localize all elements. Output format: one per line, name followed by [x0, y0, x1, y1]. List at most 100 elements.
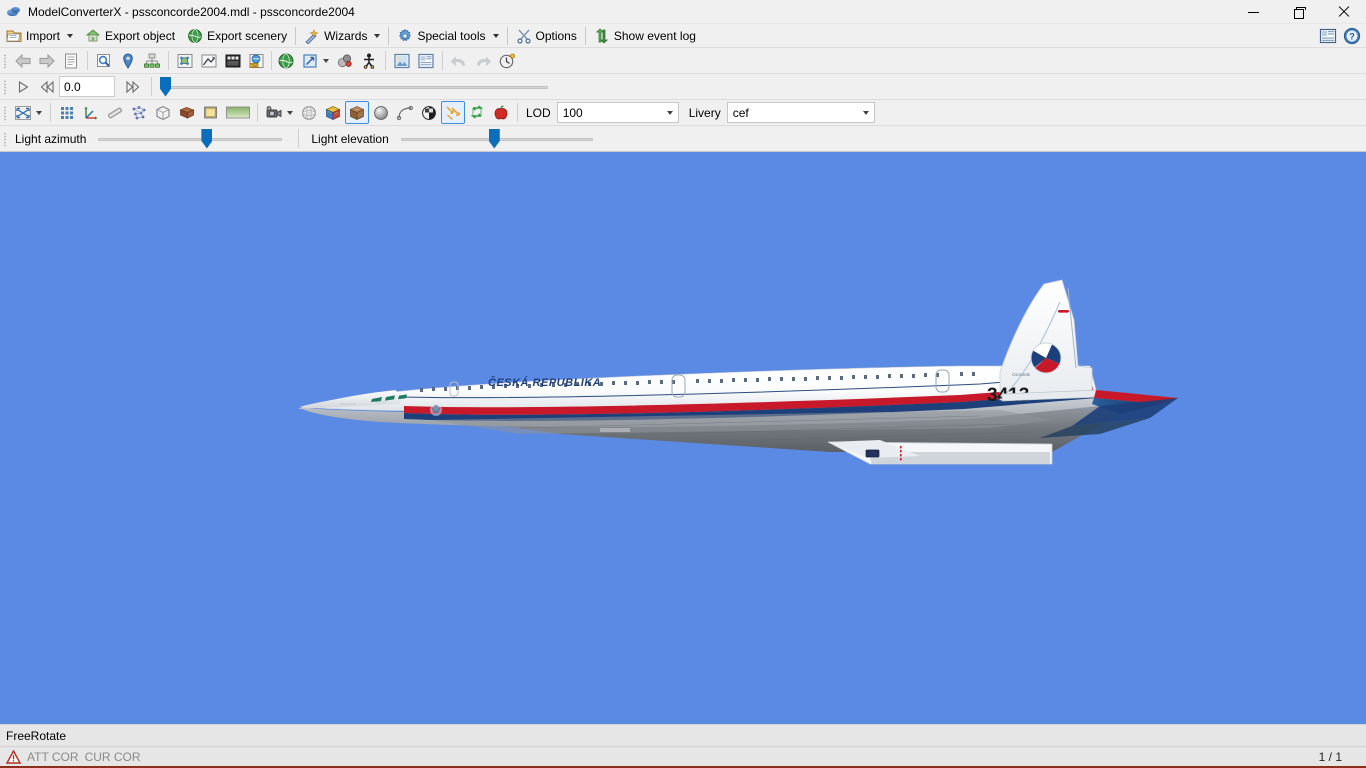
toolbar-grip[interactable]: [2, 51, 9, 71]
animation-editor-icon[interactable]: [197, 49, 221, 72]
preview-search-icon[interactable]: [92, 49, 116, 72]
textured-cube-icon[interactable]: [345, 101, 369, 124]
minimize-button[interactable]: [1231, 0, 1276, 24]
spline-icon[interactable]: [393, 101, 417, 124]
lod-spheres-icon[interactable]: [333, 49, 357, 72]
menu-item-wizards[interactable]: Wizards: [298, 25, 386, 47]
window-controls: [1231, 0, 1366, 24]
chevron-down-icon[interactable]: [67, 33, 74, 38]
play-animation-button[interactable]: [11, 75, 35, 98]
undo-icon[interactable]: [447, 49, 471, 72]
attached-objects-icon[interactable]: [173, 49, 197, 72]
vertices-icon[interactable]: [127, 101, 151, 124]
animation-frame-input[interactable]: 0.0: [59, 76, 115, 97]
menu-item-show-event-log[interactable]: Show event log: [588, 25, 702, 47]
slider-thumb[interactable]: [160, 76, 171, 97]
title-bar: ModelConverterX - pssconcorde2004.mdl - …: [0, 0, 1366, 24]
close-button[interactable]: [1321, 0, 1366, 24]
forward-button[interactable]: [121, 75, 145, 98]
maximize-button[interactable]: [1276, 0, 1321, 24]
toolbar-separator: [168, 51, 169, 70]
status-bar: FreeRotate: [0, 724, 1366, 746]
tail-small-text: Concorde: [1012, 372, 1031, 377]
flat-shade-icon[interactable]: [199, 101, 223, 124]
menu-item-export-object[interactable]: Export object: [79, 25, 181, 47]
redo-icon[interactable]: [471, 49, 495, 72]
model-3d-viewport[interactable]: ČESKÁ REPUBLIKA Concorde: [0, 152, 1366, 724]
grid-icon[interactable]: [55, 101, 79, 124]
slider-thumb[interactable]: [201, 128, 213, 149]
forward-arrow-icon[interactable]: [35, 49, 59, 72]
gear-icon: [397, 28, 413, 44]
texture-editor-icon[interactable]: TM: [245, 49, 269, 72]
checker-sphere-icon[interactable]: [417, 101, 441, 124]
tools-scissors-icon: [516, 28, 532, 44]
concorde-model[interactable]: ČESKÁ REPUBLIKA Concorde: [0, 152, 1366, 724]
material-editor-icon[interactable]: [221, 49, 245, 72]
toolbar-grip[interactable]: [2, 129, 9, 149]
help-icon[interactable]: ?: [1341, 25, 1363, 47]
object-list-icon[interactable]: [59, 49, 83, 72]
window-title: ModelConverterX - pssconcorde2004.mdl - …: [28, 4, 355, 19]
status-cur-cor[interactable]: CUR COR: [85, 750, 141, 764]
colored-cube-icon[interactable]: [321, 101, 345, 124]
location-pin-icon[interactable]: [116, 49, 140, 72]
camera-icon[interactable]: [262, 101, 286, 124]
lod-combo[interactable]: 100: [556, 102, 679, 123]
menu-item-import[interactable]: Import: [0, 25, 79, 47]
shaded-sphere-icon[interactable]: [369, 101, 393, 124]
chevron-down-icon[interactable]: [36, 110, 42, 115]
livery-combo[interactable]: cef: [726, 102, 875, 123]
chevron-down-icon[interactable]: [858, 110, 874, 115]
mesh-sphere-icon[interactable]: [297, 101, 321, 124]
czech-roundel: [1030, 342, 1062, 374]
slider-thumb[interactable]: [488, 128, 500, 149]
animation-frame-slider[interactable]: [160, 76, 548, 98]
menu-item-special-tools[interactable]: Special tools: [391, 25, 504, 47]
fit-to-view-icon[interactable]: [11, 101, 35, 124]
svg-text:?: ?: [1349, 32, 1355, 42]
menu-item-import-label: Import: [26, 28, 61, 43]
history-clock-icon[interactable]: [495, 49, 519, 72]
image-preview-icon[interactable]: [390, 49, 414, 72]
light-azimuth-label: Light azimuth: [15, 131, 87, 146]
back-arrow-icon[interactable]: [11, 49, 35, 72]
menu-separator-2: [388, 26, 390, 45]
chevron-down-icon[interactable]: [492, 33, 499, 38]
red-apple-icon[interactable]: [489, 101, 513, 124]
report-icon[interactable]: [414, 49, 438, 72]
swap-green-arrows-icon[interactable]: [465, 101, 489, 124]
toolbar-grip[interactable]: [2, 77, 9, 97]
wireframe-box-icon[interactable]: [151, 101, 175, 124]
scenery-globe-icon[interactable]: [274, 49, 298, 72]
menu-bar: Import Export object Export scenery Wiza…: [0, 24, 1366, 48]
normals-arrows-icon[interactable]: [441, 101, 465, 124]
axis-icon[interactable]: [79, 101, 103, 124]
chevron-down-icon[interactable]: [287, 110, 293, 115]
chevron-down-icon[interactable]: [323, 58, 329, 63]
toolbar-separator: [257, 103, 258, 122]
light-elevation-slider[interactable]: [400, 128, 593, 150]
crash-tree-icon[interactable]: [357, 49, 381, 72]
vertical-tail: [999, 279, 1093, 401]
chevron-down-icon[interactable]: [662, 110, 678, 115]
import-folder-icon: [6, 28, 22, 44]
hierarchy-icon[interactable]: [140, 49, 164, 72]
animation-toolbar: 0.0: [0, 74, 1366, 100]
menu-item-export-scenery[interactable]: Export scenery: [181, 25, 293, 47]
toolbar-grip[interactable]: [2, 103, 9, 123]
measure-icon[interactable]: [103, 101, 127, 124]
texture-brick-icon[interactable]: [175, 101, 199, 124]
panel-toggle-icon[interactable]: [1317, 25, 1339, 47]
chevron-down-icon[interactable]: [374, 33, 381, 38]
light-azimuth-slider[interactable]: [98, 128, 283, 150]
menu-item-options-label: Options: [535, 28, 577, 43]
scale-object-icon[interactable]: [298, 49, 322, 72]
status-att-cor[interactable]: ATT COR: [27, 750, 79, 764]
livery-combo-value: cef: [732, 105, 749, 120]
menu-item-special-tools-label: Special tools: [417, 28, 486, 43]
status-mode-label: FreeRotate: [6, 728, 67, 743]
gradient-background-icon[interactable]: [223, 101, 253, 124]
menu-item-options[interactable]: Options: [510, 25, 583, 47]
rewind-button[interactable]: [35, 75, 59, 98]
